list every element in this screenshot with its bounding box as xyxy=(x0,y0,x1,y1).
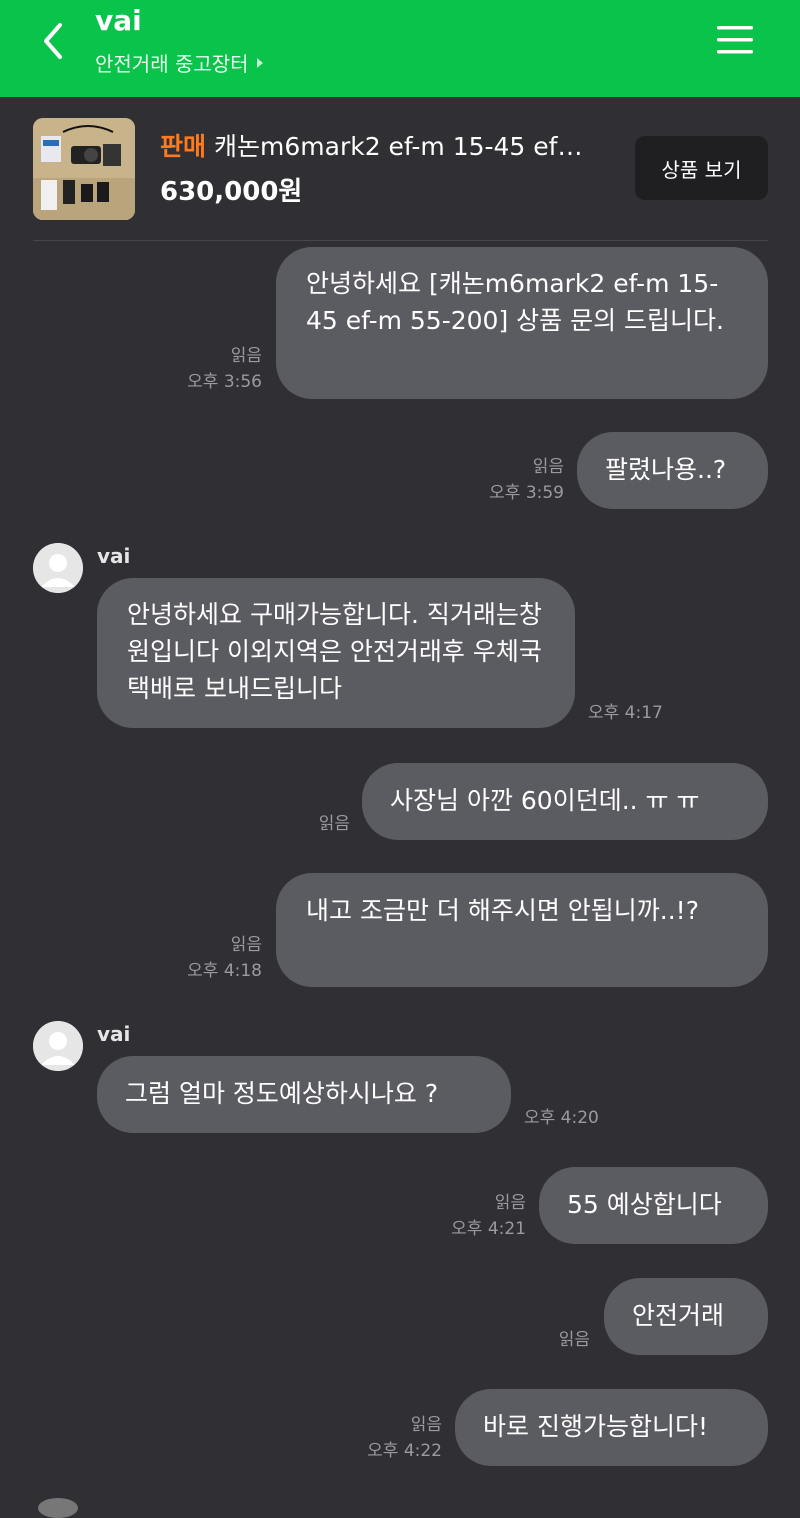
my-message-bubble[interactable]: 안전거래 xyxy=(604,1278,768,1355)
user-avatar-icon xyxy=(33,543,83,593)
chevron-left-icon xyxy=(44,23,62,59)
chat-title: vai xyxy=(95,4,142,37)
read-receipt: 읽음 xyxy=(494,1193,526,1213)
my-message-bubble[interactable]: 안녕하세요 [캐논m6mark2 ef-m 15-45 ef-m 55-200]… xyxy=(276,247,768,399)
menu-button[interactable] xyxy=(712,20,758,60)
message-time: 오후 4:18 xyxy=(187,961,262,981)
product-price: 630,000원 xyxy=(160,177,303,207)
my-message-bubble[interactable]: 내고 조금만 더 해주시면 안됩니까..!? xyxy=(276,873,768,987)
my-message-bubble[interactable]: 사장님 아깐 60이던데.. ㅠ ㅠ xyxy=(362,763,768,840)
camera-product-image xyxy=(33,118,135,220)
sender-name: vai xyxy=(97,1022,131,1046)
chat-subtitle: 안전거래 중고장터 xyxy=(95,52,249,76)
read-receipt: 읽음 xyxy=(230,346,262,366)
message-meta: 읽음 오후 4:18 xyxy=(150,932,262,984)
product-name: 캐논m6mark2 ef-m 15-45 ef… xyxy=(214,132,583,161)
message-meta: 읽음 오후 3:59 xyxy=(450,454,564,506)
message-time: 오후 4:17 xyxy=(588,703,663,723)
product-thumbnail[interactable] xyxy=(33,118,135,220)
message-time: 오후 4:22 xyxy=(367,1441,442,1461)
user-avatar-icon xyxy=(33,1021,83,1071)
avatar[interactable] xyxy=(33,543,83,593)
message-time: 오후 3:59 xyxy=(489,483,564,503)
read-receipt: 읽음 xyxy=(318,814,350,834)
next-avatar-peek xyxy=(38,1498,78,1518)
message-time: 오후 4:21 xyxy=(451,1219,526,1239)
back-button[interactable] xyxy=(30,18,76,64)
my-message-bubble[interactable]: 바로 진행가능합니다! xyxy=(455,1389,768,1466)
message-time: 오후 4:20 xyxy=(524,1108,599,1128)
message-meta: 읽음 오후 4:22 xyxy=(330,1412,442,1464)
read-receipt: 읽음 xyxy=(230,935,262,955)
message-meta: 읽음 오후 4:21 xyxy=(420,1190,526,1242)
caret-right-icon xyxy=(256,57,263,68)
my-message-bubble[interactable]: 55 예상합니다 xyxy=(539,1167,768,1244)
sender-name: vai xyxy=(97,544,131,568)
my-message-bubble[interactable]: 팔렸나용..? xyxy=(577,432,768,509)
message-time: 오후 3:56 xyxy=(187,372,262,392)
read-receipt: 읽음 xyxy=(558,1330,590,1350)
message-meta: 읽음 오후 3:56 xyxy=(150,343,262,395)
other-message-bubble[interactable]: 그럼 얼마 정도예상하시나요 ? xyxy=(97,1056,511,1133)
chat-header: vai 안전거래 중고장터 xyxy=(0,0,800,97)
other-message-bubble[interactable]: 안녕하세요 구매가능합니다. 직거래는창원입니다 이외지역은 안전거래후 우체국… xyxy=(97,578,575,728)
hamburger-menu-icon xyxy=(717,26,753,54)
read-receipt: 읽음 xyxy=(532,457,564,477)
read-receipt: 읽음 xyxy=(410,1415,442,1435)
product-title: 판매 캐논m6mark2 ef-m 15-45 ef… xyxy=(160,127,615,161)
product-bar[interactable]: 판매 캐논m6mark2 ef-m 15-45 ef… 630,000원 상품 보… xyxy=(0,97,800,241)
sale-tag: 판매 xyxy=(160,132,207,161)
view-product-button[interactable]: 상품 보기 xyxy=(635,136,768,200)
divider xyxy=(33,240,768,241)
avatar[interactable] xyxy=(33,1021,83,1071)
chat-subtitle-link[interactable]: 안전거래 중고장터 xyxy=(95,48,265,77)
